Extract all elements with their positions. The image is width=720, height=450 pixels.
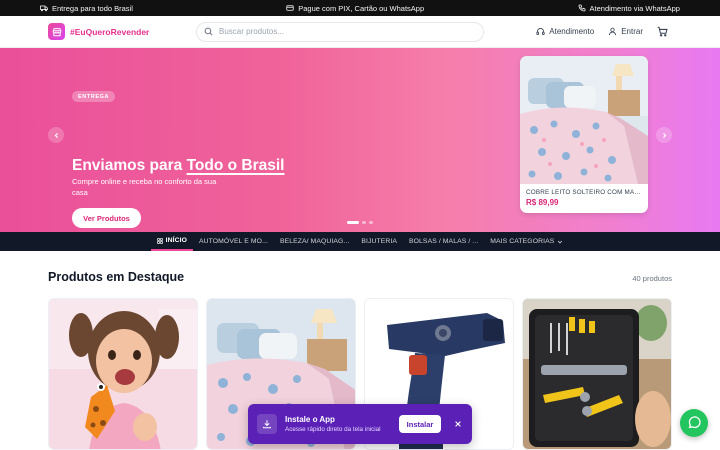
carousel-dot[interactable] bbox=[362, 221, 366, 224]
category-label: MAIS CATEGORIAS bbox=[490, 238, 555, 245]
search-input[interactable] bbox=[219, 27, 469, 36]
shipping-text: Entrega para todo Brasil bbox=[52, 3, 133, 13]
credit-card-icon bbox=[286, 5, 294, 11]
install-app-popup: Instale o App Acesse rápido direto da te… bbox=[248, 404, 472, 444]
hero-card-price: R$ 89,99 bbox=[526, 198, 559, 207]
install-title: Instale o App bbox=[285, 415, 335, 424]
whatsapp-icon bbox=[688, 416, 701, 429]
top-info-bar: Entrega para todo Brasil Pague com PIX, … bbox=[0, 0, 720, 16]
carousel-dots bbox=[347, 221, 373, 224]
support-link[interactable]: Atendimento bbox=[536, 27, 594, 36]
close-icon bbox=[455, 421, 461, 427]
close-popup-button[interactable] bbox=[453, 419, 463, 429]
support-label: Atendimento bbox=[549, 27, 595, 36]
hero-title-highlight: Todo o Brasil bbox=[186, 157, 285, 174]
hero-title-prefix: Enviamos para bbox=[72, 157, 187, 174]
payment-info: Pague com PIX, Cartão ou WhatsApp bbox=[286, 4, 424, 13]
download-icon bbox=[257, 414, 277, 434]
logo-text: #EuQueroRevender bbox=[70, 26, 150, 37]
support-info: Atendimento via WhatsApp bbox=[578, 4, 680, 13]
install-button[interactable]: Instalar bbox=[399, 415, 441, 433]
hero-subtitle: Compre online e receba no conforto da su… bbox=[72, 177, 217, 197]
carousel-dot[interactable] bbox=[347, 221, 359, 224]
hero-title: Enviamos para Todo o Brasil bbox=[72, 157, 284, 175]
whatsapp-button[interactable] bbox=[680, 409, 708, 437]
grid-icon bbox=[156, 237, 163, 244]
hero-next-button[interactable] bbox=[656, 127, 672, 143]
user-icon bbox=[609, 27, 617, 36]
category-label: BOLSAS / MALAS / ... bbox=[409, 238, 479, 245]
category-beleza[interactable]: BELEZA/ MAQUIAG... bbox=[274, 232, 355, 251]
chevron-down-icon bbox=[558, 240, 563, 243]
category-home[interactable]: INÍCIO bbox=[150, 232, 194, 251]
category-nav: INÍCIO AUTOMÓVEL E MO... BELEZA/ MAQUIAG… bbox=[0, 232, 720, 251]
featured-title: Produtos em Destaque bbox=[48, 270, 185, 284]
product-card[interactable] bbox=[522, 298, 672, 450]
bedspread-product-image bbox=[520, 56, 648, 184]
search-icon bbox=[204, 27, 213, 36]
phone-icon bbox=[578, 4, 585, 12]
header-actions: Atendimento Entrar bbox=[536, 26, 668, 37]
category-bolsas[interactable]: BOLSAS / MALAS / ... bbox=[403, 232, 484, 251]
store-logo-icon bbox=[48, 23, 65, 40]
shipping-info: Entrega para todo Brasil bbox=[40, 4, 133, 13]
shopping-cart-icon bbox=[657, 26, 668, 37]
tool-kit-product-image bbox=[523, 299, 671, 449]
category-label: INÍCIO bbox=[165, 237, 188, 244]
featured-count: 40 produtos bbox=[632, 274, 672, 283]
carousel-dot[interactable] bbox=[369, 221, 373, 224]
hero-badge: ENTREGA bbox=[72, 91, 116, 102]
hero-card-name: COBRE LEITO SOLTEIRO COM MANTA... bbox=[526, 189, 644, 196]
hero-banner: ENTREGA Enviamos para Todo o Brasil Comp… bbox=[0, 48, 720, 232]
install-subtitle: Acesse rápido direto da tela inicial bbox=[285, 426, 381, 433]
category-label: BELEZA/ MAQUIAG... bbox=[279, 238, 350, 245]
toy-giraffe-product-image bbox=[49, 299, 197, 449]
site-header: #EuQueroRevender Atendimento Entrar bbox=[0, 16, 720, 48]
hero-product-card[interactable]: COBRE LEITO SOLTEIRO COM MANTA... R$ 89,… bbox=[520, 56, 648, 213]
cart-button[interactable] bbox=[657, 26, 668, 37]
payment-text: Pague com PIX, Cartão ou WhatsApp bbox=[298, 3, 425, 13]
category-label: BIJUTERIA bbox=[361, 238, 398, 245]
category-bijuteria[interactable]: BIJUTERIA bbox=[355, 232, 403, 251]
category-label: AUTOMÓVEL E MO... bbox=[199, 238, 268, 245]
headset-icon bbox=[536, 28, 545, 36]
search-bar[interactable] bbox=[196, 21, 484, 42]
logo[interactable]: #EuQueroRevender bbox=[48, 23, 196, 40]
login-link[interactable]: Entrar bbox=[608, 27, 643, 36]
category-automovel[interactable]: AUTOMÓVEL E MO... bbox=[193, 232, 274, 251]
view-products-button[interactable]: Ver Produtos bbox=[72, 208, 141, 228]
truck-icon bbox=[40, 5, 48, 12]
chevron-right-icon bbox=[662, 132, 666, 138]
chevron-left-icon bbox=[54, 132, 58, 138]
support-text: Atendimento via WhatsApp bbox=[589, 3, 680, 13]
login-label: Entrar bbox=[621, 27, 643, 36]
hero-prev-button[interactable] bbox=[48, 127, 64, 143]
product-card[interactable] bbox=[48, 298, 198, 450]
category-more[interactable]: MAIS CATEGORIAS bbox=[484, 232, 569, 251]
